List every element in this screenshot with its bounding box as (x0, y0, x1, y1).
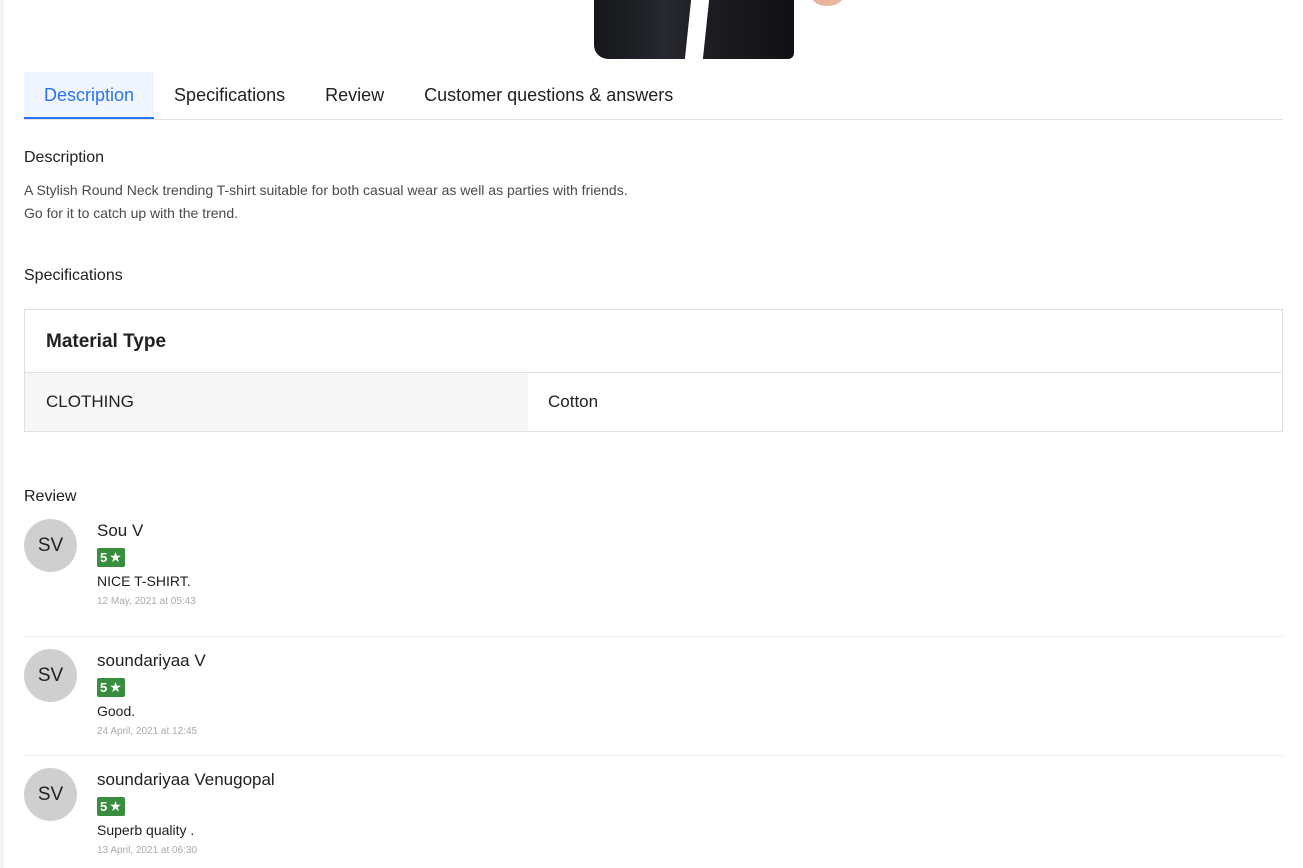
review-body: Sou V 5 ★ NICE T-SHIRT. 12 May, 2021 at 0… (97, 519, 196, 636)
tab-review[interactable]: Review (305, 72, 404, 119)
description-heading: Description (24, 149, 105, 166)
star-icon: ★ (109, 549, 122, 565)
description-line: A Stylish Round Neck trending T-shirt su… (24, 182, 628, 198)
review-heading: Review (24, 488, 77, 505)
tab-description[interactable]: Description (24, 72, 155, 119)
review-list: SV Sou V 5 ★ NICE T-SHIRT. 12 May, 2021 a… (24, 519, 1283, 868)
rating-badge: 5 ★ (97, 797, 125, 816)
spec-value: Cotton (548, 392, 599, 411)
reviewer-name: soundariyaa V (97, 651, 206, 670)
review-comment: NICE T-SHIRT. (97, 573, 191, 589)
review-date: 24 April, 2021 at 12:45 (97, 726, 198, 737)
product-hand-graphic (808, 0, 848, 6)
review-item: SV Sou V 5 ★ NICE T-SHIRT. 12 May, 2021 a… (24, 519, 1283, 637)
specifications-table: Material Type CLOTHING Cotton (24, 309, 1283, 432)
product-details: Description Specifications Review Custom… (24, 72, 1283, 868)
spec-key: CLOTHING (25, 373, 528, 431)
spec-row: CLOTHING Cotton (25, 373, 1282, 431)
reviewer-name: Sou V (97, 521, 144, 540)
review-body: soundariyaa Venugopal 5 ★ Superb quality … (97, 768, 275, 868)
rating-value: 5 (100, 680, 108, 695)
review-comment: Superb quality . (97, 822, 195, 838)
review-comment: Good. (97, 703, 136, 719)
page-left-rule (0, 0, 4, 868)
description-line: Go for it to catch up with the trend. (24, 205, 238, 221)
rating-value: 5 (100, 799, 108, 814)
tab-specifications[interactable]: Specifications (154, 72, 305, 119)
rating-badge: 5 ★ (97, 678, 125, 697)
review-item: SV soundariyaa V 5 ★ Good. 24 April, 2021… (24, 637, 1283, 756)
star-icon: ★ (109, 679, 122, 695)
rating-value: 5 (100, 550, 108, 565)
reviewer-avatar: SV (24, 768, 77, 821)
reviewer-name: soundariyaa Venugopal (97, 770, 275, 789)
reviewer-avatar: SV (24, 519, 77, 572)
review-body: soundariyaa V 5 ★ Good. 24 April, 2021 at… (97, 649, 206, 755)
specifications-heading: Specifications (24, 267, 123, 284)
review-date: 12 May, 2021 at 05:43 (97, 596, 196, 607)
star-icon: ★ (109, 798, 122, 814)
product-image (560, 0, 860, 59)
tab-customer-questions[interactable]: Customer questions & answers (404, 72, 693, 119)
product-tabs: Description Specifications Review Custom… (24, 72, 1283, 120)
rating-badge: 5 ★ (97, 548, 125, 567)
review-date: 13 April, 2021 at 06:30 (97, 845, 198, 856)
description-text: A Stylish Round Neck trending T-shirt su… (24, 179, 1283, 225)
review-item: SV soundariyaa Venugopal 5 ★ Superb quali… (24, 756, 1283, 868)
spec-group-title: Material Type (25, 310, 1282, 373)
reviewer-avatar: SV (24, 649, 77, 702)
